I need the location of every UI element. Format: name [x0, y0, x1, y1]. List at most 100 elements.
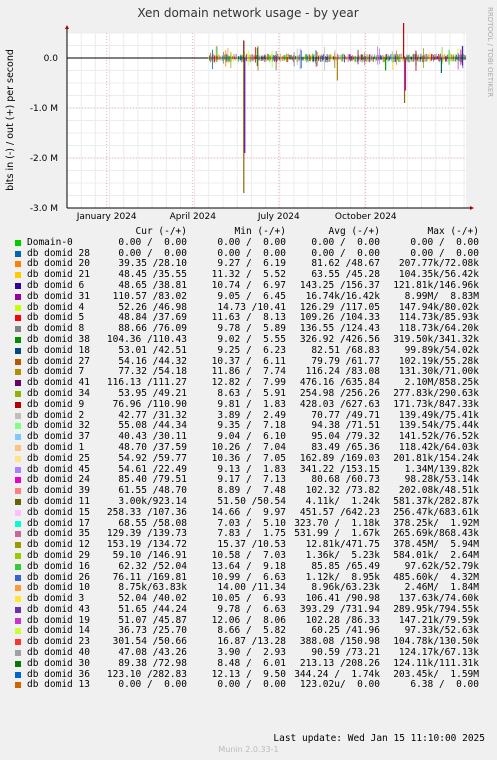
legend-swatch [15, 282, 21, 289]
legend-swatch [15, 466, 21, 473]
legend-min: 10.36 / 7.05 [211, 452, 286, 464]
legend-avg: 451.57 /642.23 [299, 506, 380, 518]
legend-max: 0.00 / 0.00 [410, 236, 479, 248]
chart-title: Xen domain network usage - by year [137, 6, 358, 20]
legend-swatch [15, 401, 21, 408]
legend-min: 0.00 / 0.00 [217, 236, 286, 248]
legend-swatch [15, 444, 21, 451]
legend-swatch [15, 531, 21, 538]
x-axis-arrow [470, 206, 474, 210]
y-tick-label: -1.0 M [30, 104, 58, 114]
y-tick-label: -2.0 M [30, 154, 58, 164]
legend-max: 6.38 / 0.00 [410, 679, 479, 691]
legend-swatch [15, 293, 21, 300]
legend-min: 13.64 / 9.18 [211, 560, 286, 572]
legend-avg: 162.89 /169.03 [299, 452, 380, 464]
last-update: Last update: Wed Jan 15 11:10:00 2025 [273, 733, 485, 744]
legend-max: 256.47k/683.61k [393, 506, 479, 518]
legend-swatch [15, 239, 21, 246]
legend-avg: 0.00 / 0.00 [311, 236, 380, 248]
legend-name: db domid 15 [27, 506, 90, 518]
legend-swatch [15, 542, 21, 549]
legend-swatch [15, 639, 21, 646]
legend-swatch [15, 369, 21, 376]
legend-cur: 54.92 /59.77 [118, 452, 187, 464]
legend-swatch [15, 498, 21, 505]
legend-swatch [15, 596, 21, 603]
legend-swatch [15, 412, 21, 419]
legend-avg: 16.74k/16.42k [305, 290, 380, 302]
legend-swatch [15, 509, 21, 516]
legend-min: 14.66 / 9.97 [211, 506, 286, 518]
legend-cur: 62.32 /52.04 [118, 560, 187, 572]
legend-cur: 0.00 / 0.00 [118, 679, 187, 691]
legend-name: db domid 18 [27, 344, 90, 356]
munin-version: Munin 2.0.33-1 [218, 745, 279, 754]
legend-min: 0.00 / 0.00 [217, 679, 286, 691]
legend-row: db domid 16 62.32 /52.04 13.64 / 9.18 85.85… [0, 560, 497, 573]
legend-swatch [15, 261, 21, 268]
legend-row: db domid 15 258.33 /107.36 14.66 / 9.97 451… [0, 506, 497, 519]
legend-name: db domid 13 [27, 679, 90, 691]
legend-swatch [15, 434, 21, 441]
legend-swatch [15, 272, 21, 279]
y-tick-label: 0.0 [44, 54, 59, 64]
legend-cur: 0.00 / 0.00 [118, 236, 187, 248]
legend-row: Domain-0 0.00 / 0.00 0.00 / 0.00 0.00 / 0.0… [0, 236, 497, 249]
legend-swatch [15, 650, 21, 657]
legend-swatch [15, 358, 21, 365]
legend-swatch [15, 488, 21, 495]
legend-swatch [15, 606, 21, 613]
legend-max: 8.99M/ 8.83M [404, 290, 479, 302]
legend-row: db domid 31 110.57 /83.02 9.05 / 6.45 16.74… [0, 290, 497, 303]
legend-name: db domid 31 [27, 290, 90, 302]
legend-swatch [15, 423, 21, 430]
legend-swatch [15, 520, 21, 527]
legend-swatch [15, 304, 21, 311]
legend-avg: 82.51 /68.83 [311, 344, 380, 356]
legend-swatch [15, 336, 21, 343]
legend-swatch [15, 315, 21, 322]
legend-avg: 85.85 /65.49 [311, 560, 380, 572]
x-tick-label: October 2024 [335, 212, 397, 222]
rrdtool-credit: RRDTOOL / TOBI OETIKER [486, 7, 494, 97]
legend-max: 99.89k/54.02k [404, 344, 479, 356]
chart-canvas: 0.0 -1.0 M -2.0 M -3.0 M January 2024 April 2… [5, 6, 494, 222]
legend-min: 9.81 / 1.83 [217, 398, 286, 410]
y-tick-label: -3.0 M [30, 204, 58, 214]
y-axis-label: bits in (-) / out (+) per second [5, 49, 16, 191]
legend-swatch [15, 250, 21, 257]
legend-cur: 76.96 /110.90 [112, 398, 187, 410]
legend-cur: 110.57 /83.02 [112, 290, 187, 302]
legend-swatch [15, 563, 21, 570]
legend-min: 9.05 / 6.45 [217, 290, 286, 302]
legend-swatch [15, 326, 21, 333]
legend-row: db domid 9 76.96 /110.90 9.81 / 1.83 428.03… [0, 398, 497, 411]
legend-name: Domain-0 [27, 236, 73, 248]
legend-avg: 123.02u/ 0.00 [299, 679, 380, 691]
legend-row: db domid 13 0.00 / 0.00 0.00 / 0.00 123.02u… [0, 680, 497, 691]
legend-swatch [15, 628, 21, 635]
y-axis-arrow [65, 25, 69, 29]
x-tick-label: July 2024 [257, 212, 300, 222]
legend-swatch [15, 552, 21, 559]
legend-swatch [15, 682, 21, 689]
legend-swatch [15, 660, 21, 667]
legend-row: db domid 25 54.92 /59.77 10.36 / 7.05 162.8… [0, 452, 497, 465]
legend-avg: 428.03 /627.63 [299, 398, 380, 410]
legend-swatch [15, 585, 21, 592]
legend-name: db domid 9 [27, 398, 85, 410]
legend-max: 97.62k/52.79k [404, 560, 479, 572]
legend-swatch [15, 574, 21, 581]
legend-max: 201.81k/154.24k [393, 452, 479, 464]
legend-swatch [15, 390, 21, 397]
legend-swatch [15, 347, 21, 354]
legend-swatch [15, 671, 21, 678]
x-tick-label: January 2024 [76, 212, 137, 222]
legend: Cur (-/+) Min (-/+) Avg (-/+) Max (-/+) … [0, 226, 497, 691]
legend-min: 9.25 / 6.23 [217, 344, 286, 356]
legend-row: db domid 18 53.01 /42.51 9.25 / 6.23 82.51 … [0, 344, 497, 357]
legend-cur: 258.33 /107.36 [106, 506, 187, 518]
legend-name: db domid 16 [27, 560, 90, 572]
legend-swatch [15, 617, 21, 624]
